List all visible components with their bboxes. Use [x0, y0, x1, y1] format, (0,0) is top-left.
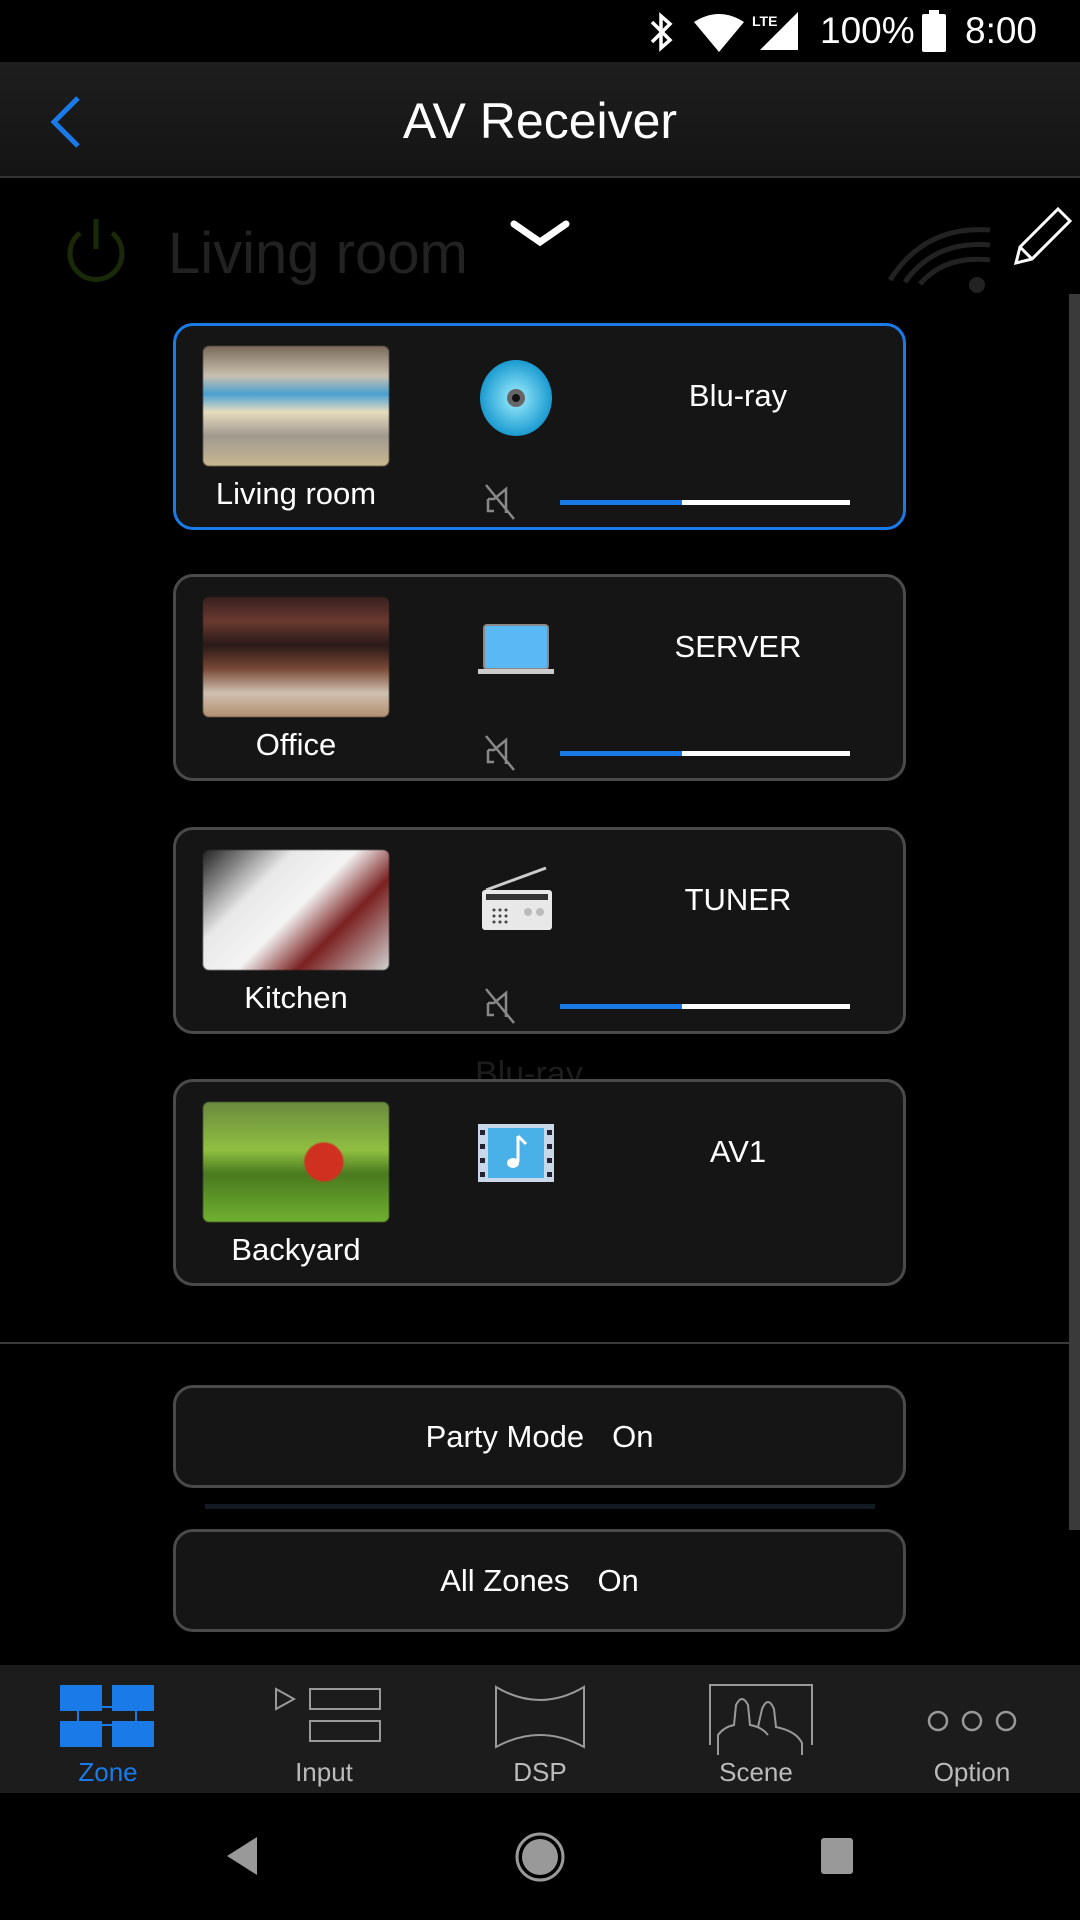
volume-level: [560, 1004, 682, 1009]
zone-source: SERVER: [674, 629, 802, 664]
all-zones-button[interactable]: All Zones On: [173, 1529, 906, 1632]
music-cast-icon: [887, 227, 991, 293]
svg-text:LTE: LTE: [752, 13, 777, 29]
scene-icon: [709, 1684, 813, 1755]
zone-source: TUNER: [684, 882, 792, 917]
all-zones-value: On: [597, 1563, 639, 1598]
chevron-down-icon[interactable]: [508, 218, 572, 252]
zone-icon: [60, 1685, 154, 1747]
more-options-icon: [927, 1710, 1017, 1732]
zone-photo: [203, 346, 389, 466]
party-mode-label: Party Mode: [425, 1419, 585, 1454]
battery-percent: 100%: [820, 10, 915, 51]
volume-level: [560, 500, 682, 505]
all-zones-label: All Zones: [440, 1563, 570, 1598]
mute-icon[interactable]: [484, 987, 518, 1025]
zone-name: Office: [255, 727, 337, 762]
mute-icon[interactable]: [484, 483, 518, 521]
zone-card-office[interactable]: Office SERVER: [173, 574, 906, 781]
tab-option[interactable]: Option: [864, 1665, 1080, 1793]
party-mode-value: On: [612, 1419, 654, 1454]
film-music-icon: [478, 1124, 554, 1182]
input-icon: [275, 1687, 381, 1742]
status-bar: LTE 100% 8:00: [0, 0, 1080, 62]
wifi-icon: [694, 14, 744, 52]
zone-photo: [203, 850, 389, 970]
signal-icon: LTE: [752, 12, 798, 50]
app-header: AV Receiver: [0, 62, 1080, 178]
zone-card-living-room[interactable]: Living room Blu-ray: [173, 323, 906, 530]
radio-icon: [482, 866, 552, 930]
tab-dsp[interactable]: DSP: [432, 1665, 648, 1793]
tab-zone[interactable]: Zone: [0, 1665, 216, 1793]
disc-icon: [480, 360, 552, 436]
tab-label: Scene: [719, 1757, 793, 1787]
battery-icon: [922, 10, 946, 52]
tab-label: DSP: [513, 1757, 567, 1787]
zone-card-backyard[interactable]: Backyard AV1: [173, 1079, 906, 1286]
tab-label: Option: [933, 1757, 1011, 1787]
tab-scene[interactable]: Scene: [648, 1665, 864, 1793]
zone-photo: [203, 1102, 389, 1222]
laptop-icon: [478, 624, 554, 674]
clock: 8:00: [965, 10, 1038, 51]
tab-label: Input: [295, 1757, 353, 1787]
zone-photo: [203, 597, 389, 717]
system-back-button[interactable]: [225, 1835, 259, 1877]
volume-slider[interactable]: [560, 1004, 850, 1009]
zone-name: Backyard: [231, 1232, 361, 1267]
volume-slider[interactable]: [560, 500, 850, 505]
zone-name: Living room: [215, 476, 377, 511]
zone-name: Kitchen: [244, 980, 348, 1015]
volume-level: [560, 751, 682, 756]
tab-input[interactable]: Input: [216, 1665, 432, 1793]
party-mode-button[interactable]: Party Mode On: [173, 1385, 906, 1488]
background-zone-name: Living room: [168, 221, 468, 286]
zone-source: AV1: [709, 1134, 767, 1169]
scrollbar[interactable]: [1069, 294, 1080, 1530]
volume-slider[interactable]: [560, 751, 850, 756]
system-home-button[interactable]: [514, 1831, 566, 1883]
background-volume-bar: [205, 1504, 875, 1509]
zone-source: Blu-ray: [688, 378, 788, 413]
divider: [0, 1342, 1069, 1344]
bluetooth-icon: [650, 12, 673, 52]
bottom-nav: Zone Input DSP Scene Option: [0, 1665, 1080, 1793]
edit-pencil-icon[interactable]: [1012, 205, 1074, 267]
tab-label: Zone: [78, 1757, 138, 1787]
mute-icon[interactable]: [484, 734, 518, 772]
dsp-icon: [495, 1685, 585, 1749]
system-nav-bar: [0, 1793, 1080, 1920]
page-title: AV Receiver: [402, 93, 678, 149]
power-icon: [67, 219, 125, 282]
system-recents-button[interactable]: [820, 1837, 854, 1875]
zone-card-kitchen[interactable]: Kitchen TUNER: [173, 827, 906, 1034]
